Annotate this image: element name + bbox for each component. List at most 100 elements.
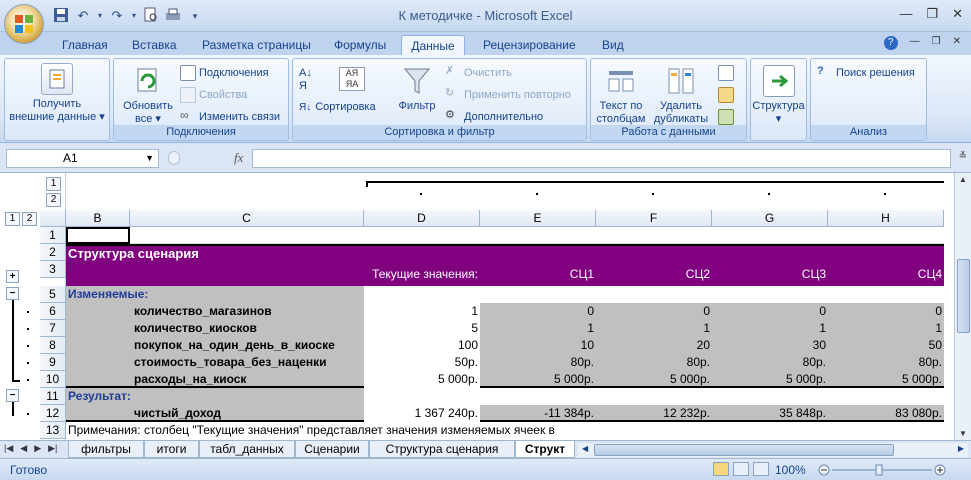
row-header[interactable]: 6 — [40, 303, 66, 320]
advanced-filter-button[interactable]: ⚙ Дополнительно — [445, 109, 543, 125]
scroll-down-icon[interactable]: ▼ — [959, 429, 967, 438]
row-header[interactable]: 2 — [40, 244, 66, 261]
collapse-row-group-1-button[interactable]: − — [6, 287, 19, 300]
page-break-view-icon[interactable] — [753, 462, 769, 476]
scenario-value[interactable]: 80р. — [828, 354, 944, 371]
minimize-icon[interactable]: — — [899, 6, 912, 22]
current-values-header[interactable]: Текущие значения: — [364, 266, 480, 283]
scenario-result[interactable]: 12 232р. — [596, 405, 712, 422]
text-to-columns-button[interactable]: Текст по столбцам — [593, 65, 649, 126]
scenario-value[interactable]: 0 — [480, 303, 596, 320]
scenario-value[interactable]: 1 — [596, 320, 712, 337]
sheet-tab-filters[interactable]: фильтры — [68, 441, 144, 458]
consolidate-button[interactable] — [715, 87, 739, 103]
col-header-b[interactable]: B — [66, 210, 130, 227]
current-value[interactable]: 100 — [364, 337, 480, 354]
office-button[interactable] — [4, 4, 44, 44]
row-header[interactable]: 1 — [40, 227, 66, 244]
filter-button[interactable]: Фильтр — [395, 65, 439, 113]
row-header[interactable]: 8 — [40, 337, 66, 354]
restore-icon[interactable]: ❐ — [926, 6, 938, 22]
result-name[interactable]: чистый_доход — [132, 405, 223, 422]
scenario-value[interactable]: 1 — [712, 320, 828, 337]
insert-function-icon[interactable]: fx — [234, 150, 243, 166]
close-icon[interactable]: ✕ — [952, 6, 963, 22]
row-header[interactable]: 5 — [40, 286, 66, 303]
current-value[interactable]: 1 — [364, 303, 480, 320]
doc-minimize-icon[interactable]: — — [910, 36, 920, 50]
scenario-2-header[interactable]: СЦ2 — [596, 266, 712, 283]
current-value[interactable]: 5 — [364, 320, 480, 337]
last-sheet-icon[interactable]: ▶| — [48, 443, 57, 454]
param-name[interactable]: стоимость_товара_без_наценки — [132, 354, 329, 371]
row-header[interactable]: 7 — [40, 320, 66, 337]
param-name[interactable]: количество_магазинов — [132, 303, 274, 320]
row-header[interactable]: 13 — [40, 422, 66, 439]
sort-dialog-icon-button[interactable]: АЯ ЯА — [339, 67, 365, 91]
next-sheet-icon[interactable]: ▶ — [34, 443, 41, 454]
refresh-all-button[interactable]: Обновить все ▾ — [116, 65, 180, 126]
param-name[interactable]: количество_киосков — [132, 320, 259, 337]
scroll-left-icon[interactable]: ◀ — [582, 444, 588, 453]
param-name[interactable]: расходы_на_киоск — [132, 371, 248, 388]
scenario-value[interactable]: 5 000р. — [828, 371, 944, 388]
resize-handle-icon[interactable] — [168, 151, 180, 165]
remove-duplicates-button[interactable]: Удалить дубликаты — [651, 65, 711, 126]
help-icon[interactable]: ? — [883, 36, 898, 50]
scroll-up-icon[interactable]: ▲ — [959, 175, 967, 184]
scenario-value[interactable]: 80р. — [596, 354, 712, 371]
clear-button[interactable]: ✗ Очистить — [445, 65, 512, 81]
scenario-4-header[interactable]: СЦ4 — [828, 266, 944, 283]
col-header-h[interactable]: H — [828, 210, 944, 227]
scenario-value[interactable]: 50 — [828, 337, 944, 354]
row-header[interactable]: 10 — [40, 371, 66, 388]
doc-restore-icon[interactable]: ❐ — [932, 36, 941, 50]
scenario-value[interactable]: 20 — [596, 337, 712, 354]
worksheet-grid[interactable]: 1 2 1 2 B C D E F G H 1 2 3 5 6 7 8 9 10… — [0, 173, 971, 440]
tab-review[interactable]: Рецензирование — [477, 35, 582, 56]
what-if-button[interactable] — [715, 109, 739, 125]
reapply-button[interactable]: ↻ Применить повторно — [445, 87, 571, 103]
scenario-3-header[interactable]: СЦ3 — [712, 266, 828, 283]
properties-button[interactable]: Свойства — [180, 87, 247, 103]
scenario-1-header[interactable]: СЦ1 — [480, 266, 596, 283]
connections-button[interactable]: Подключения — [180, 65, 269, 81]
normal-view-icon[interactable] — [713, 462, 729, 476]
expand-formula-bar-icon[interactable]: ≚ — [959, 151, 967, 162]
tab-home[interactable]: Главная — [56, 35, 114, 56]
scenario-result[interactable]: 83 080р. — [828, 405, 944, 422]
scenario-value[interactable]: 0 — [596, 303, 712, 320]
tab-data[interactable]: Данные — [401, 35, 465, 56]
solver-button[interactable]: ? Поиск решения — [817, 65, 915, 81]
select-all-corner[interactable] — [40, 210, 66, 227]
outline-structure-button[interactable]: Структура ▾ — [751, 65, 806, 126]
sheet-tab-active[interactable]: Структ — [515, 441, 575, 458]
page-layout-view-icon[interactable] — [733, 462, 749, 476]
result-cells-label[interactable]: Результат: — [66, 388, 133, 405]
scenario-value[interactable]: 30 — [712, 337, 828, 354]
current-result[interactable]: 1 367 240р. — [364, 405, 480, 422]
scenario-value[interactable]: 80р. — [712, 354, 828, 371]
current-value[interactable]: 5 000р. — [364, 371, 480, 388]
tab-formulas[interactable]: Формулы — [328, 35, 392, 56]
notes-text[interactable]: Примечания: столбец "Текущие значения" п… — [66, 422, 557, 439]
scenario-value[interactable]: 5 000р. — [596, 371, 712, 388]
get-external-data-button[interactable]: Получить внешние данные ▾ — [5, 63, 109, 124]
sort-az-button[interactable]: A↓ Я — [299, 67, 319, 93]
scenario-value[interactable]: 1 — [828, 320, 944, 337]
scenario-value[interactable]: 10 — [480, 337, 596, 354]
vertical-scroll-thumb[interactable] — [957, 259, 970, 333]
zoom-level[interactable]: 100% — [775, 463, 806, 477]
vertical-scrollbar[interactable]: ▲ ▼ — [954, 173, 971, 440]
row-header[interactable]: 12 — [40, 405, 66, 422]
tab-view[interactable]: Вид — [596, 35, 630, 56]
tab-insert[interactable]: Вставка — [126, 35, 183, 56]
horizontal-scrollbar[interactable]: ◀ ▶ — [578, 443, 968, 457]
scroll-right-icon[interactable]: ▶ — [958, 444, 964, 453]
col-header-c[interactable]: C — [130, 210, 364, 227]
col-header-g[interactable]: G — [712, 210, 828, 227]
doc-close-icon[interactable]: ✕ — [953, 36, 961, 50]
name-box[interactable]: A1 ▼ — [6, 149, 159, 168]
horizontal-scroll-thumb[interactable] — [594, 444, 894, 456]
changing-cells-label[interactable]: Изменяемые: — [66, 286, 150, 303]
